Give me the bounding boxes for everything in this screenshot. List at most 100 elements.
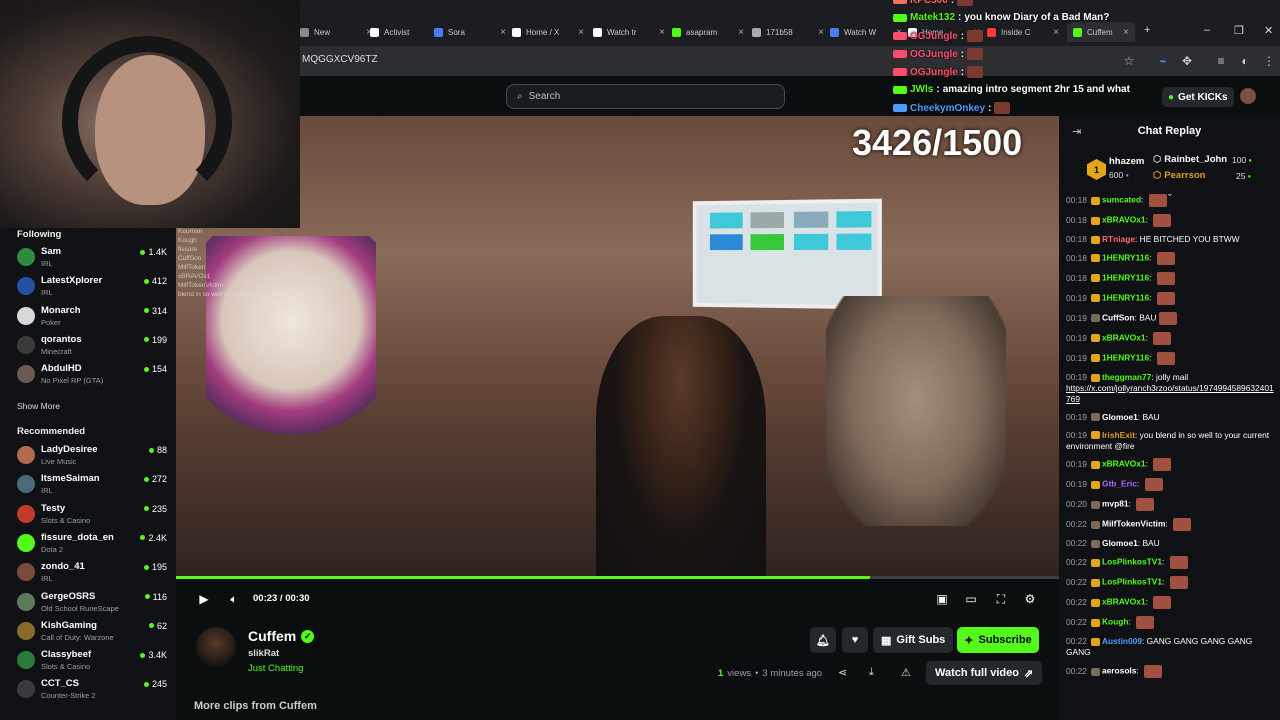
sidebar-channel-qorantos[interactable]: qorantos Minecraft 199 xyxy=(17,334,167,360)
follow-heart-button[interactable]: ♥ xyxy=(842,627,868,653)
gifter-2-amount: 100 ▪ xyxy=(1232,155,1252,165)
sidebar-channel-kishgaming[interactable]: KishGaming Call of Duty: Warzone 62 xyxy=(17,620,167,646)
puzzle-icon[interactable]: ✥ xyxy=(1178,52,1196,70)
sidebar-channel-fissure_dota_en[interactable]: fissure_dota_en Dota 2 2.4K xyxy=(17,532,167,558)
browser-tab[interactable]: asapram × xyxy=(672,22,744,42)
extension-icon[interactable]: ⌁ xyxy=(1154,52,1172,70)
sidebar-channel-itsmesaiman[interactable]: ItsmeSaiman IRL 272 xyxy=(17,473,167,499)
chat-username[interactable]: 1HENRY116 xyxy=(1102,253,1149,263)
chat-username[interactable]: 1HENRY116 xyxy=(1102,353,1149,363)
chat-username[interactable]: xBRAVOx1 xyxy=(1102,459,1146,469)
download-icon[interactable]: ⤓ xyxy=(869,666,874,679)
chat-username[interactable]: Glomoe1 xyxy=(1102,538,1138,548)
chat-username[interactable]: xBRAVOx1 xyxy=(1102,597,1146,607)
close-tab-icon[interactable]: × xyxy=(578,27,584,38)
sidebar-channel-testy[interactable]: Testy Slots & Casino 235 xyxy=(17,503,167,529)
close-tab-icon[interactable]: × xyxy=(659,27,665,38)
chat-messages: 00:18 sumcated: 00:18 xBRAVOx1: 00:18 RTnia… xyxy=(1066,194,1276,718)
sidebar-channel-abdulhd[interactable]: AbdulHD No Pixel RP (GTA) 154 xyxy=(17,363,167,389)
chat-username[interactable]: Kough xyxy=(1102,617,1129,627)
user-avatar[interactable] xyxy=(1240,88,1256,104)
chat-username[interactable]: LosPlinkosTV1 xyxy=(1102,557,1162,567)
sidebar-channel-cct_cs[interactable]: CCT_CS Counter-Strike 2 245 xyxy=(17,678,167,704)
channel-name-text[interactable]: Cuffem xyxy=(248,628,296,644)
chat-username[interactable]: Gtb_Eric xyxy=(1102,479,1137,489)
volume-icon[interactable]: 🔈︎ xyxy=(226,591,242,607)
chat-message: 00:18 1HENRY116: xyxy=(1066,271,1276,285)
chat-timestamp: 00:19 xyxy=(1066,429,1087,440)
chat-username[interactable]: aerosols xyxy=(1102,666,1136,676)
sidebar-channel-sam[interactable]: Sam IRL 1.4K xyxy=(17,246,167,272)
chat-username[interactable]: CuffSon xyxy=(1102,313,1135,323)
gifter-name[interactable]: hhazem xyxy=(1109,156,1144,167)
sidebar-channel-latestxplorer[interactable]: LatestXplorer IRL 412 xyxy=(17,275,167,301)
browser-tab[interactable]: New× xyxy=(300,22,372,42)
chat-link[interactable]: https://x.com/jollyranch3rzoo/status/197… xyxy=(1066,383,1274,404)
gift-subs-button[interactable]: ▦ Gift Subs xyxy=(873,627,954,653)
pip-icon[interactable]: ▣ xyxy=(934,591,950,607)
notification-bell-button[interactable]: 🔔︎ xyxy=(810,627,836,653)
fullscreen-icon[interactable]: ⛶ xyxy=(993,591,1009,607)
browser-tab[interactable]: 171b58 × xyxy=(752,22,824,42)
sidebar-channel-ladydesiree[interactable]: LadyDesiree Live Music 88 xyxy=(17,444,167,470)
chat-username[interactable]: Glomoe1 xyxy=(1102,412,1138,422)
watch-full-video-button[interactable]: Watch full video ⇗ xyxy=(926,661,1043,685)
url-text[interactable]: MQGGXCV96TZ xyxy=(302,54,378,65)
clipped-by[interactable]: slikRat xyxy=(248,648,279,659)
chat-username[interactable]: 1HENRY116 xyxy=(1102,273,1149,283)
browser-tab[interactable]: Activist× xyxy=(370,22,442,42)
channel-name[interactable]: Cuffem ✓ xyxy=(248,628,315,644)
sidebar-channel-zondo_41[interactable]: zondo_41 IRL 195 xyxy=(17,561,167,587)
video-player[interactable]: Kouman Kough fissure CuffSon MilfToken xBRAVO… xyxy=(176,116,1059,578)
share-icon[interactable]: ⋖ xyxy=(838,666,847,679)
chat-username[interactable]: IrishExit xyxy=(1102,430,1135,440)
gifter-2-name[interactable]: Rainbet_John xyxy=(1164,154,1227,165)
chat-username[interactable]: xBRAVOx1 xyxy=(1102,333,1146,343)
user-badge-icon xyxy=(1090,500,1100,509)
close-tab-icon[interactable]: × xyxy=(500,27,506,38)
menu-dots-icon[interactable]: ⋮ xyxy=(1260,52,1278,70)
category-link[interactable]: Just Chatting xyxy=(248,663,303,674)
chat-username[interactable]: xBRAVOx1 xyxy=(1102,215,1146,225)
close-tab-icon[interactable]: × xyxy=(738,27,744,38)
browser-tab[interactable]: Watch W× xyxy=(830,22,902,42)
gifter-3[interactable]: ⬡ Pearrson xyxy=(1153,170,1205,181)
gifter-2[interactable]: ⬡ Rainbet_John xyxy=(1153,154,1227,165)
chat-username[interactable]: Austin009 xyxy=(1102,636,1142,646)
chat-username[interactable]: sumcated xyxy=(1102,195,1141,205)
stream-overlay-chat: Kouman Kough fissure CuffSon MilfToken xBRAVO… xyxy=(178,228,378,313)
close-tab-icon[interactable]: × xyxy=(818,27,824,38)
gifter-3-name[interactable]: Pearrson xyxy=(1164,170,1205,181)
restore-icon[interactable]: ❐ xyxy=(1234,24,1244,37)
browser-tab[interactable]: Watch tr × xyxy=(593,22,665,42)
chat-username[interactable]: mvp81 xyxy=(1102,499,1129,509)
live-dot-icon xyxy=(143,278,149,284)
channel-avatar[interactable] xyxy=(196,627,236,667)
chat-username[interactable]: MilfTokenVictim xyxy=(1102,519,1165,529)
browser-tab[interactable]: Home / X × xyxy=(512,22,584,42)
get-kicks-button[interactable]: ● Get KICKs xyxy=(1162,87,1234,107)
show-more-link[interactable]: Show More xyxy=(17,401,60,411)
user-badge-icon xyxy=(1090,354,1100,363)
close-window-icon[interactable]: ✕ xyxy=(1264,24,1273,37)
media-icon[interactable]: ≡ xyxy=(1212,52,1230,70)
chat-username[interactable]: theggman77 xyxy=(1102,372,1151,382)
chat-username[interactable]: LosPlinkosTV1 xyxy=(1102,577,1162,587)
sidebar-channel-classybeef[interactable]: Classybeef Slots & Casino 3.4K xyxy=(17,649,167,675)
theater-mode-icon[interactable]: ▭ xyxy=(963,591,979,607)
browser-tab[interactable]: Sora × xyxy=(434,22,506,42)
channel-name: zondo_41 xyxy=(41,561,85,573)
settings-gear-icon[interactable]: ⚙ xyxy=(1022,591,1038,607)
search-input[interactable]: ⌕ Search xyxy=(506,84,785,109)
profile-icon[interactable]: ◐ xyxy=(1236,52,1254,70)
report-icon[interactable]: ⚠ xyxy=(901,666,911,679)
subscribe-button[interactable]: ✦ Subscribe xyxy=(957,627,1039,653)
sidebar-channel-monarch[interactable]: Monarch Poker 314 xyxy=(17,305,167,331)
chat-username[interactable]: RTniage xyxy=(1102,234,1135,244)
minimize-icon[interactable]: – xyxy=(1204,24,1210,36)
chat-username[interactable]: 1HENRY116 xyxy=(1102,293,1149,303)
mini-chat-line: MilfToken xyxy=(178,264,206,271)
tv-screen-in-video xyxy=(692,198,882,310)
sidebar-channel-gergeosrs[interactable]: GergeOSRS Old School RuneScape 116 xyxy=(17,591,167,617)
play-icon[interactable]: ▶ xyxy=(196,591,212,607)
